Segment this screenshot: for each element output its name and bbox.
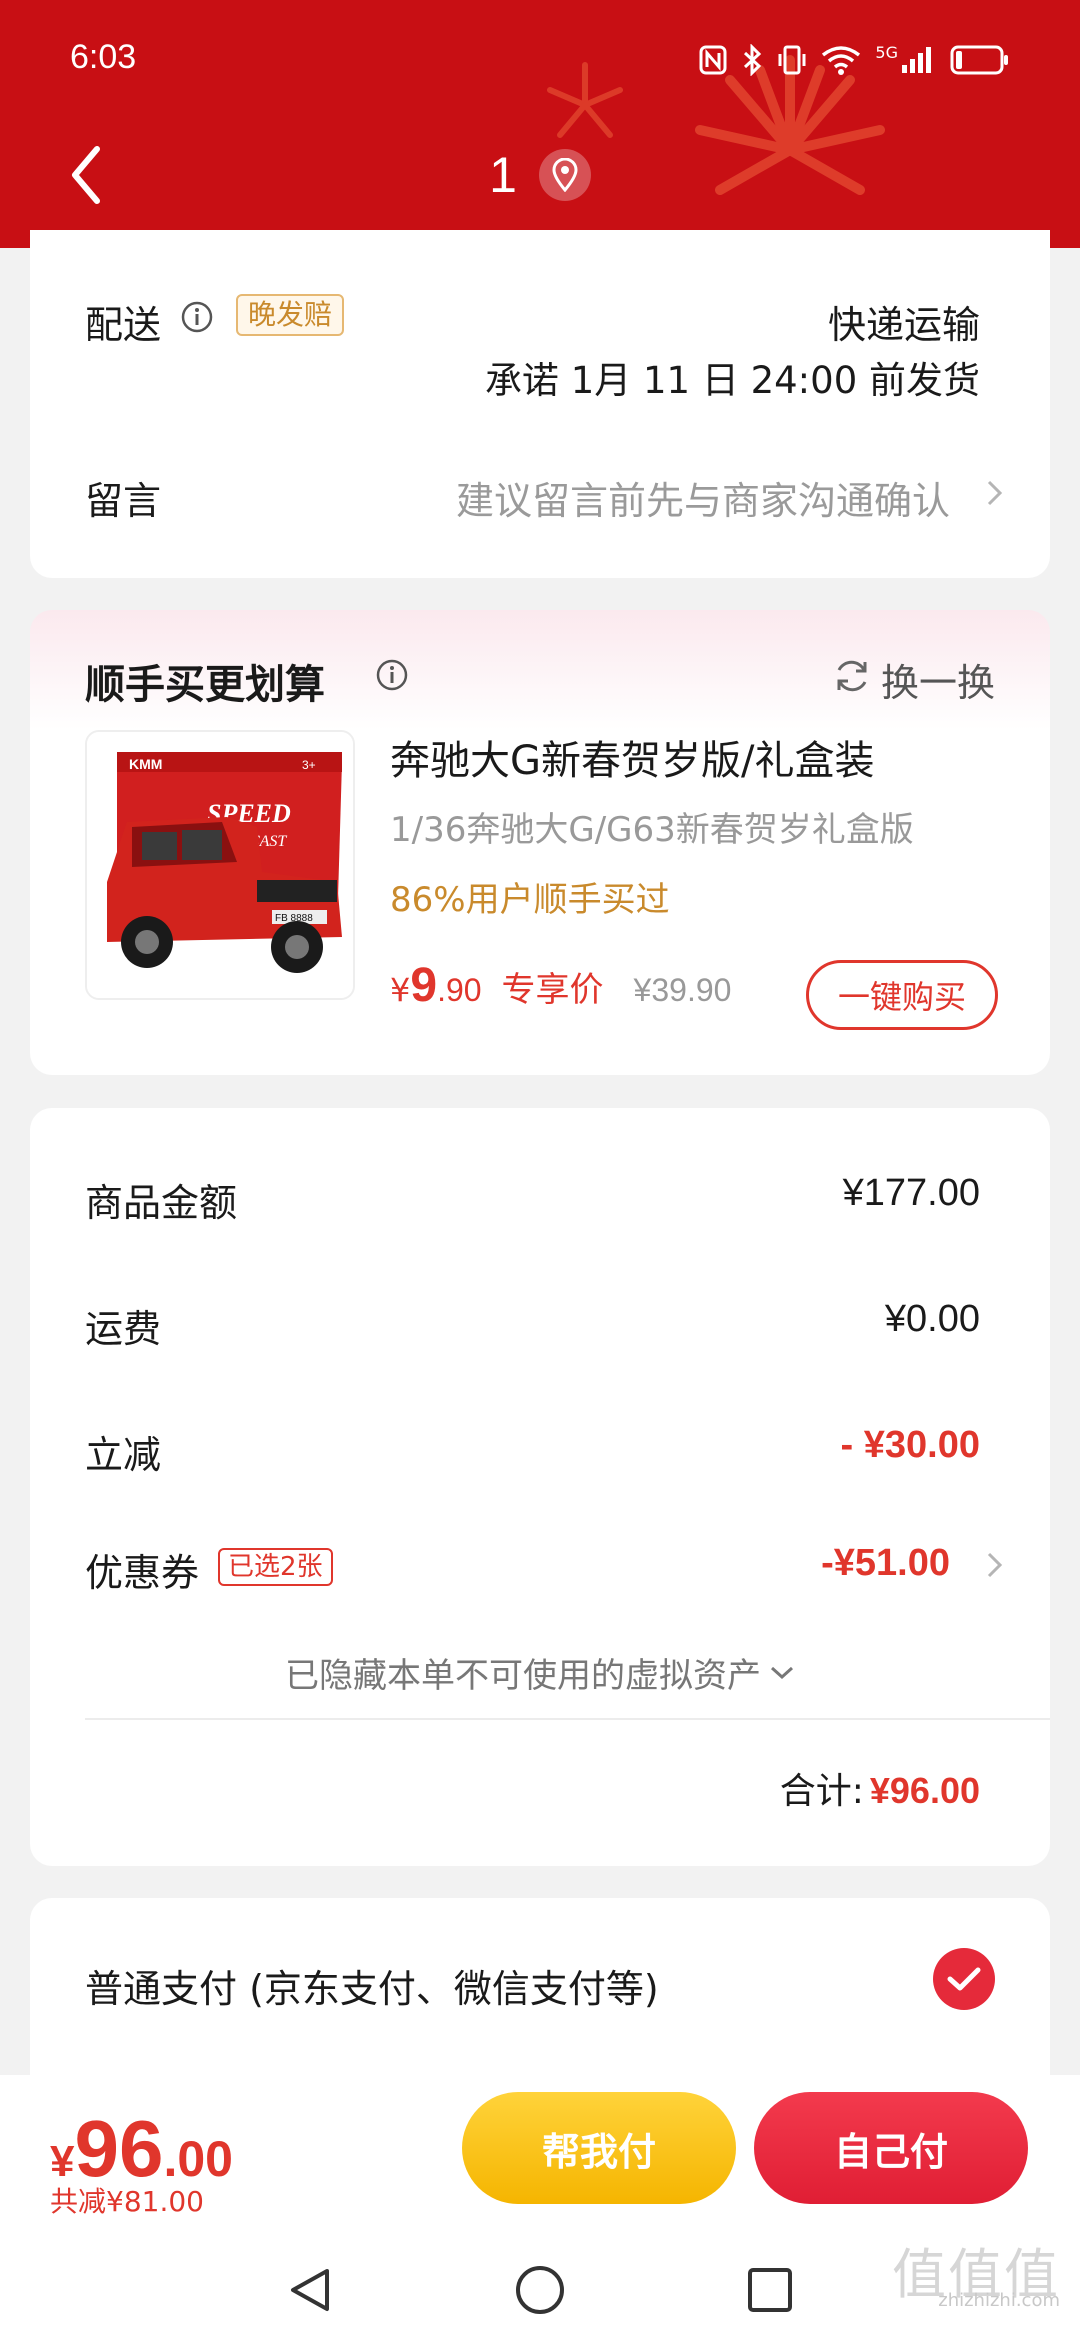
summary-total-value: ¥96.00	[869, 1770, 980, 1811]
delivery-card: 配送 晚发赔 快递运输 承诺 1月 11 日 24:00 前发货 留言 建议留言…	[30, 230, 1050, 578]
summary-label-shipping: 运费	[85, 1307, 162, 1351]
check-icon	[947, 1967, 981, 1991]
battery-icon	[950, 45, 1008, 75]
nav-back-button[interactable]	[280, 2260, 340, 2320]
triangle-back-icon	[291, 2269, 329, 2311]
addon-product-subtitle: 1/36奔驰大G/G63新春贺岁礼盒版	[390, 810, 914, 850]
square-recents-icon	[748, 2268, 792, 2312]
delivery-label: 配送	[85, 303, 162, 347]
payment-option-label: 普通支付 (京东支付、微信支付等)	[85, 1967, 659, 2011]
summary-value-goods: ¥177.00	[842, 1172, 980, 1214]
nav-recents-button[interactable]	[740, 2260, 800, 2320]
message-input[interactable]: 建议留言前先与商家沟通确认	[456, 470, 950, 525]
bluetooth-icon	[744, 44, 762, 76]
refresh-icon	[837, 660, 867, 692]
summary-label-discount: 立减	[85, 1433, 162, 1477]
box-age: 3+	[302, 758, 316, 772]
page-title: 1	[0, 140, 1080, 210]
addon-price-dec: .90	[437, 972, 482, 1008]
summary-value-coupon: -¥51.00	[821, 1542, 950, 1584]
addon-product-name[interactable]: 奔驰大G新春贺岁版/礼盒装	[390, 728, 874, 786]
addon-card: 顺手买更划算 换一换 KMM 3+ SPEED DIE-CAST FB 8888…	[30, 610, 1050, 1075]
delivery-method: 快递运输	[827, 303, 980, 347]
addon-original-price: ¥39.90	[633, 972, 732, 1008]
summary-total: 合计: ¥96.00	[780, 1762, 980, 1814]
addon-price-label: 专享价	[501, 970, 604, 1010]
summary-divider	[85, 1718, 1050, 1720]
wifi-icon	[822, 46, 861, 75]
info-icon[interactable]	[375, 658, 409, 692]
vibrate-icon	[778, 45, 806, 75]
price-summary-card: 商品金额 ¥177.00 运费 ¥0.00 立减 - ¥30.00 优惠券 已选…	[30, 1108, 1050, 1866]
header-bar: 6:03 5G 1	[0, 0, 1080, 248]
summary-total-label: 合计:	[779, 1771, 864, 1812]
late-compensation-tag: 晚发赔	[236, 294, 345, 336]
location-pin-icon	[552, 158, 578, 192]
page-title-text: 1	[489, 147, 517, 203]
addon-price: ¥ 9 .90 专享价 ¥39.90	[390, 958, 731, 1013]
addon-product-stat: 86%用户顺手买过	[390, 880, 670, 920]
product-image[interactable]: KMM 3+ SPEED DIE-CAST FB 8888	[85, 730, 355, 1000]
circle-home-icon	[516, 2266, 564, 2314]
chevron-right-icon	[987, 480, 1003, 506]
checkout-total-symbol: ¥	[50, 2137, 75, 2186]
coupon-count-tag: 已选2张	[218, 1548, 333, 1586]
chevron-down-icon	[770, 1666, 794, 1679]
signal-icon: 5G	[875, 45, 936, 75]
checkout-total-dec: .00	[163, 2131, 233, 2187]
summary-value-shipping: ¥0.00	[884, 1298, 980, 1340]
summary-value-discount: - ¥30.00	[840, 1424, 980, 1466]
watermark-url: zhizhizhi.com	[938, 2290, 1060, 2311]
box-brand: KMM	[129, 756, 162, 772]
status-time: 6:03	[70, 38, 137, 76]
hidden-assets-note: 已隐藏本单不可使用的虚拟资产	[285, 1656, 761, 1696]
payment-selected-check[interactable]	[933, 1948, 995, 2010]
chevron-right-icon	[987, 1552, 1003, 1578]
hidden-assets-toggle[interactable]: 已隐藏本单不可使用的虚拟资产	[30, 1648, 1050, 1697]
nfc-icon	[699, 45, 727, 75]
pay-myself-button[interactable]: 自己付	[754, 2092, 1028, 2204]
addon-title: 顺手买更划算	[85, 662, 325, 708]
message-label: 留言	[85, 479, 162, 523]
refresh-label: 换一换	[880, 661, 995, 705]
nav-home-button[interactable]	[510, 2260, 570, 2320]
checkout-saved: 共减¥81.00	[50, 2185, 204, 2218]
summary-label-coupon: 优惠券	[85, 1551, 200, 1595]
info-icon[interactable]	[180, 300, 214, 334]
payment-card: 普通支付 (京东支付、微信支付等)	[30, 1898, 1050, 2098]
status-bar: 6:03 5G	[0, 0, 1080, 120]
addon-price-symbol: ¥	[390, 971, 411, 1009]
network-type: 5G	[875, 43, 898, 62]
delivery-promise: 承诺 1月 11 日 24:00 前发货	[484, 359, 980, 402]
product-image-art: KMM 3+ SPEED DIE-CAST FB 8888	[87, 732, 353, 998]
location-button[interactable]	[538, 149, 591, 201]
help-me-pay-button[interactable]: 帮我付	[462, 2092, 736, 2204]
one-click-buy-button[interactable]: 一键购买	[806, 960, 998, 1030]
addon-price-int: 9	[410, 959, 438, 1012]
status-icons: 5G	[699, 44, 1010, 76]
summary-label-goods: 商品金额	[85, 1181, 238, 1225]
